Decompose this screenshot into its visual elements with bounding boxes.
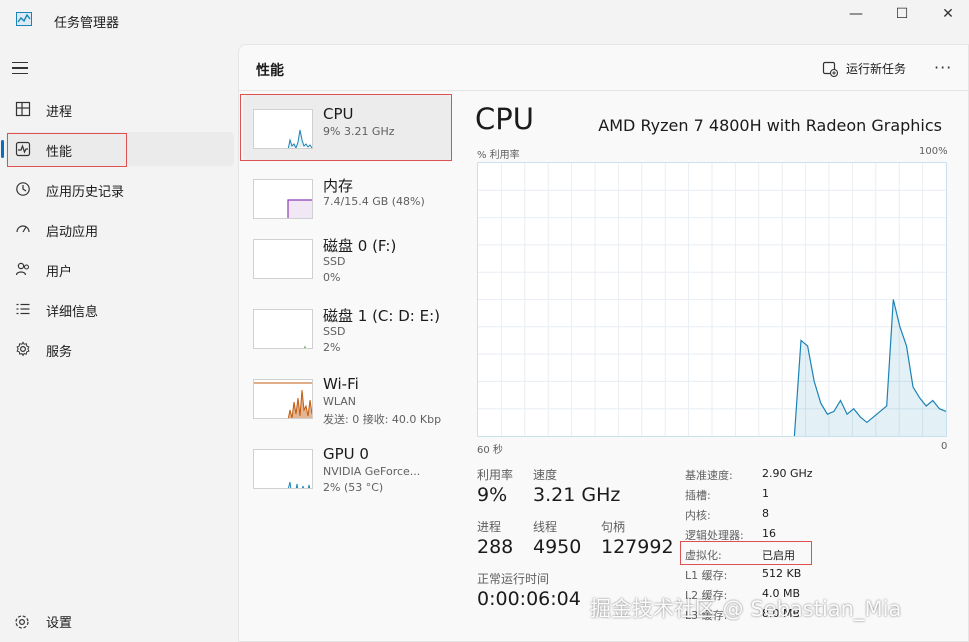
utilization-value: 9%	[477, 484, 508, 506]
utilization-label: 利用率	[477, 468, 514, 482]
menu-toggle-button[interactable]	[12, 56, 34, 80]
processes-value: 288	[477, 536, 514, 558]
sidebar-item-label: 进程	[46, 105, 73, 120]
resource-item-disk-1[interactable]: 磁盘 1 (C: D: E:) SSD 2%	[243, 295, 451, 361]
graph-grid	[478, 163, 946, 436]
active-indicator	[1, 140, 4, 158]
maximize-button[interactable]: ☐	[879, 0, 925, 28]
highlight-box	[240, 94, 452, 161]
cpu-model-name: AMD Ryzen 7 4800H with Radeon Graphics	[598, 116, 942, 135]
graph-time-end: 0	[941, 441, 948, 452]
uptime-value: 0:00:06:04	[477, 588, 581, 610]
title-bar: 任务管理器 — ☐ ✕	[0, 0, 969, 40]
spec-label: 插槽:	[685, 489, 711, 502]
resource-type: SSD	[323, 325, 346, 338]
disk0-thumbnail	[253, 239, 313, 279]
sidebar-item-users[interactable]: 用户	[6, 252, 234, 286]
resource-type: WLAN	[323, 395, 357, 408]
threads-label: 线程	[533, 520, 558, 534]
wifi-thumbnail	[253, 379, 313, 419]
startup-icon	[14, 220, 32, 238]
resource-name: 内存	[323, 177, 354, 195]
settings-button[interactable]: 设置	[14, 612, 72, 631]
resource-name: 磁盘 0 (F:)	[323, 237, 397, 255]
sidebar-item-services[interactable]: 服务	[6, 332, 234, 366]
settings-label: 设置	[46, 616, 73, 631]
uptime-label: 正常运行时间	[477, 572, 550, 586]
run-new-task-button[interactable]: 运行新任务	[822, 60, 906, 77]
memory-thumbnail	[253, 179, 313, 219]
resource-type: SSD	[323, 255, 346, 268]
minimize-button[interactable]: —	[833, 0, 879, 28]
spec-label: 基准速度:	[685, 469, 733, 482]
graph-y-label: % 利用率	[477, 150, 520, 161]
graph-y-max: 100%	[919, 146, 948, 157]
spec-value: 8	[762, 507, 769, 520]
spec-label: 内核:	[685, 509, 711, 522]
handles-label: 句柄	[601, 520, 626, 534]
spec-value: 512 KB	[762, 567, 802, 580]
sidebar-item-startup[interactable]: 启动应用	[6, 212, 234, 246]
processes-label: 进程	[477, 520, 502, 534]
gear-icon	[15, 614, 29, 629]
resource-name: GPU 0	[323, 445, 369, 463]
sidebar-item-details[interactable]: 详细信息	[6, 292, 234, 326]
run-new-task-label: 运行新任务	[846, 62, 907, 76]
details-icon	[14, 300, 32, 318]
resource-item-disk-0[interactable]: 磁盘 0 (F:) SSD 0%	[243, 225, 451, 291]
speed-value: 3.21 GHz	[533, 484, 621, 506]
handles-value: 127992	[601, 536, 674, 558]
task-manager-icon	[16, 12, 32, 26]
new-task-icon	[822, 61, 838, 77]
page-title: 性能	[256, 63, 284, 79]
cpu-utilization-graph	[477, 162, 947, 437]
detail-title: CPU	[475, 102, 534, 136]
sidebar-item-label: 详细信息	[46, 305, 99, 320]
resource-detail: 7.4/15.4 GB (48%)	[323, 195, 425, 208]
resource-usage: 2%	[323, 341, 341, 354]
sidebar-item-processes[interactable]: 进程	[6, 92, 234, 126]
threads-value: 4950	[533, 536, 582, 558]
resource-usage: 2% (53 °C)	[323, 481, 384, 494]
sidebar-item-label: 启动应用	[46, 225, 99, 240]
services-icon	[14, 340, 32, 358]
resource-item-gpu[interactable]: GPU 0 NVIDIA GeForce... 2% (53 °C)	[243, 435, 451, 501]
resource-item-memory[interactable]: 内存 7.4/15.4 GB (48%)	[243, 165, 451, 231]
disk1-thumbnail	[253, 309, 313, 349]
gpu-thumbnail	[253, 449, 313, 489]
sidebar-item-label: 用户	[46, 265, 73, 280]
resource-model: NVIDIA GeForce...	[323, 465, 421, 478]
sidebar-item-label: 应用历史记录	[46, 185, 125, 200]
resource-item-wifi[interactable]: Wi-Fi WLAN 发送: 0 接收: 40.0 Kbp	[243, 365, 451, 431]
window-title: 任务管理器	[54, 16, 120, 31]
utilization-area	[794, 299, 946, 436]
app-history-icon	[14, 180, 32, 198]
resource-name: 磁盘 1 (C: D: E:)	[323, 307, 440, 325]
processes-icon	[14, 100, 32, 118]
resource-throughput: 发送: 0 接收: 40.0 Kbp	[323, 413, 442, 426]
spec-value: 16	[762, 527, 776, 540]
speed-label: 速度	[533, 468, 558, 482]
spec-label: L1 缓存:	[685, 569, 728, 582]
close-button[interactable]: ✕	[925, 0, 969, 28]
watermark: 掘金技术社区 @ Sebastian_Mia	[590, 597, 902, 621]
more-options-button[interactable]: ···	[934, 58, 952, 77]
header-divider	[239, 90, 969, 91]
sidebar-item-app-history[interactable]: 应用历史记录	[6, 172, 234, 206]
highlight-box	[7, 133, 127, 167]
graph-time-start: 60 秒	[477, 445, 503, 456]
spec-value: 2.90 GHz	[762, 467, 813, 480]
spec-value: 1	[762, 487, 769, 500]
sidebar-item-label: 服务	[46, 345, 73, 360]
resource-name: Wi-Fi	[323, 375, 359, 393]
resource-usage: 0%	[323, 271, 341, 284]
highlight-box	[680, 541, 812, 565]
users-icon	[14, 260, 32, 278]
